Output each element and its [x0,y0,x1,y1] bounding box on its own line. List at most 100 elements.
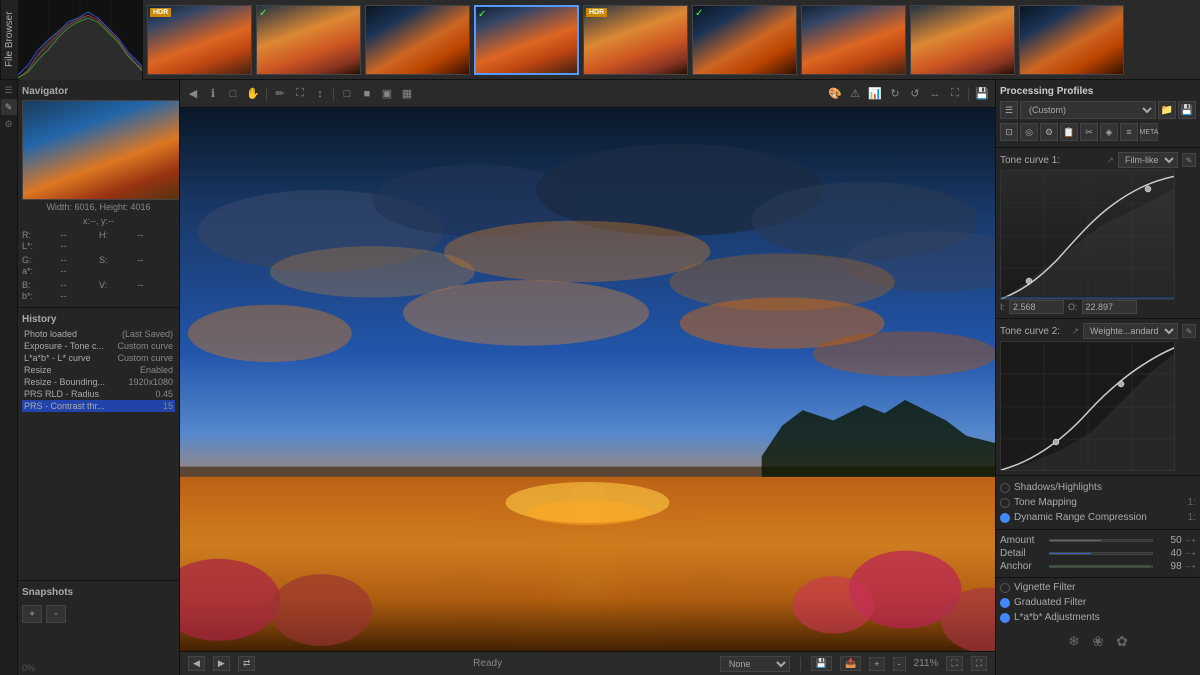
amount-arrows: − + [1186,536,1196,545]
tc1-extra-btn[interactable]: ✎ [1182,153,1196,167]
pp-icon-1[interactable]: ⊡ [1000,123,1018,141]
film-thumb-3[interactable] [365,5,470,75]
snapshot-remove-button[interactable]: - [46,605,66,623]
zoom-fit-button[interactable]: ⛶ [946,656,962,671]
pp-icon-2[interactable]: ◎ [1020,123,1038,141]
tc2-extra-btn[interactable]: ✎ [1182,324,1196,338]
nav-coords: x:--, y:-- [22,214,175,228]
pp-save-btn[interactable]: 💾 [1178,101,1196,119]
lab-toggle[interactable] [1000,613,1010,623]
zoom-in-button[interactable]: + [869,657,884,671]
tc1-output-value[interactable] [1082,300,1137,314]
pp-toolbar: ☰ (Custom) 📁 💾 [1000,99,1196,121]
tc1-curve-icon[interactable]: ↗ [1106,155,1114,166]
processing-profiles: Processing Profiles ☰ (Custom) 📁 💾 ⊡ ◎ ⚙… [996,80,1200,148]
image-viewer[interactable] [180,108,995,651]
zoom-out-button[interactable]: - [893,657,906,671]
histogram-btn[interactable]: 📊 [866,85,884,103]
hdr-badge-5: HDR [586,8,607,17]
drc-row: Dynamic Range Compression 1: [1000,510,1196,525]
mode-btn-1[interactable]: □ [338,85,356,103]
pp-list-btn[interactable]: ☰ [1000,101,1018,119]
crop-tool-button[interactable]: ⛶ [291,85,309,103]
film-thumb-9[interactable] [1019,5,1124,75]
export-btn[interactable]: 📤 [840,656,861,671]
snapshots-buttons: + - [22,601,175,623]
history-item-1[interactable]: Photo loaded (Last Saved) [22,328,175,340]
rotate-ccw-btn[interactable]: ↺ [906,85,924,103]
graduated-toggle[interactable] [1000,598,1010,608]
queue-tab-icon[interactable]: ☰ [1,82,17,98]
select-tool-button[interactable]: □ [224,85,242,103]
left-panel: ☰ ✎ ⚙ Navigator Width: 6016, Height: 401… [0,80,180,675]
pp-icon-5[interactable]: ✂ [1080,123,1098,141]
tc1-input-value[interactable] [1009,300,1064,314]
rotate-button[interactable]: ↕ [311,85,329,103]
detail-track[interactable] [1049,552,1153,555]
amount-track[interactable] [1049,539,1153,542]
toolbar-sep-1 [266,87,267,101]
nav-back-button[interactable]: ◀ [184,85,202,103]
extra-icon-1[interactable]: ⚙ [1,116,17,132]
nav-dimensions: Width: 6016, Height: 4016 [22,200,175,214]
color-mode-btn[interactable]: 🎨 [826,85,844,103]
pp-icon-meta[interactable]: META [1140,123,1158,141]
film-thumb-2[interactable]: ✓ [256,5,361,75]
history-item-6[interactable]: PRS RLD - Radius 0.45 [22,388,175,400]
vignette-toggle[interactable] [1000,583,1010,593]
file-browser-tab[interactable]: File Browser [0,0,18,79]
nav-next-button[interactable]: ▶ [213,656,230,671]
film-thumb-4-selected[interactable]: ✓ [474,5,579,75]
flower-icon-1[interactable]: ❀ [1088,631,1108,651]
none-select[interactable]: None [720,656,790,672]
film-thumb-1[interactable]: HDR [147,5,252,75]
pp-icon-3[interactable]: ⚙ [1040,123,1058,141]
fullscreen-status-btn[interactable]: ⛶ [971,656,987,671]
film-thumb-8[interactable] [910,5,1015,75]
tc1-mode-select[interactable]: Film-like [1118,152,1178,168]
nav-prev-button[interactable]: ◀ [188,656,205,671]
pp-icon-4[interactable]: 📋 [1060,123,1078,141]
history-item-5[interactable]: Resize - Bounding... 1920x1080 [22,376,175,388]
anchor-value: 98 [1157,561,1182,572]
history-item-7-active[interactable]: PRS - Contrast thr... 15 [22,400,175,412]
fullscreen-btn[interactable]: ⛶ [946,85,964,103]
sync-button[interactable]: ⇄ [238,656,256,671]
save-btn[interactable]: 💾 [811,656,832,671]
save-queue-btn[interactable]: 💾 [973,85,991,103]
film-thumb-7[interactable] [801,5,906,75]
tc2-mode-select[interactable]: Weighte...andard [1083,323,1178,339]
film-thumb-6[interactable]: ✓ [692,5,797,75]
history-item-3[interactable]: L*a*b* - L* curve Custom curve [22,352,175,364]
film-thumb-5[interactable]: HDR [583,5,688,75]
mode-btn-3[interactable]: ▣ [378,85,396,103]
history-item-2[interactable]: Exposure - Tone c... Custom curve [22,340,175,352]
pp-load-btn[interactable]: 📁 [1158,101,1176,119]
tc2-curve-icon[interactable]: ↗ [1071,326,1079,337]
check-badge-6: ✓ [695,8,703,19]
pp-icon-6[interactable]: ◈ [1100,123,1118,141]
shadows-highlights-toggle[interactable] [1000,483,1010,493]
snowflake-icon[interactable]: ❄ [1064,631,1084,651]
pp-icon-7[interactable]: ≡ [1120,123,1138,141]
drc-toggle[interactable] [1000,513,1010,523]
tone-mapping-toggle[interactable] [1000,498,1010,508]
editor-tab-icon[interactable]: ✎ [1,99,17,115]
mode-btn-4[interactable]: ▦ [398,85,416,103]
vignette-filter-row: Vignette Filter [1000,580,1196,595]
rotate-cw-btn[interactable]: ↻ [886,85,904,103]
history-item-4[interactable]: Resize Enabled [22,364,175,376]
center-toolbar: ◀ ℹ □ ✋ ✏ ⛶ ↕ □ ■ ▣ ▦ 🎨 ⚠ 📊 ↻ ↺ ↔ ⛶ 💾 [180,80,995,108]
pencil-tool-button[interactable]: ✏ [271,85,289,103]
hand-tool-button[interactable]: ✋ [244,85,262,103]
snapshot-add-button[interactable]: + [22,605,42,623]
anchor-track[interactable] [1049,565,1153,568]
snapshots-title: Snapshots [22,585,175,601]
flower-icon-2[interactable]: ✿ [1112,631,1132,651]
color-info-2: G:-- S:-- a*:-- [22,253,175,278]
pp-select[interactable]: (Custom) [1020,101,1156,119]
info-button[interactable]: ℹ [204,85,222,103]
mode-btn-2[interactable]: ■ [358,85,376,103]
flip-btn[interactable]: ↔ [926,85,944,103]
warning-btn[interactable]: ⚠ [846,85,864,103]
